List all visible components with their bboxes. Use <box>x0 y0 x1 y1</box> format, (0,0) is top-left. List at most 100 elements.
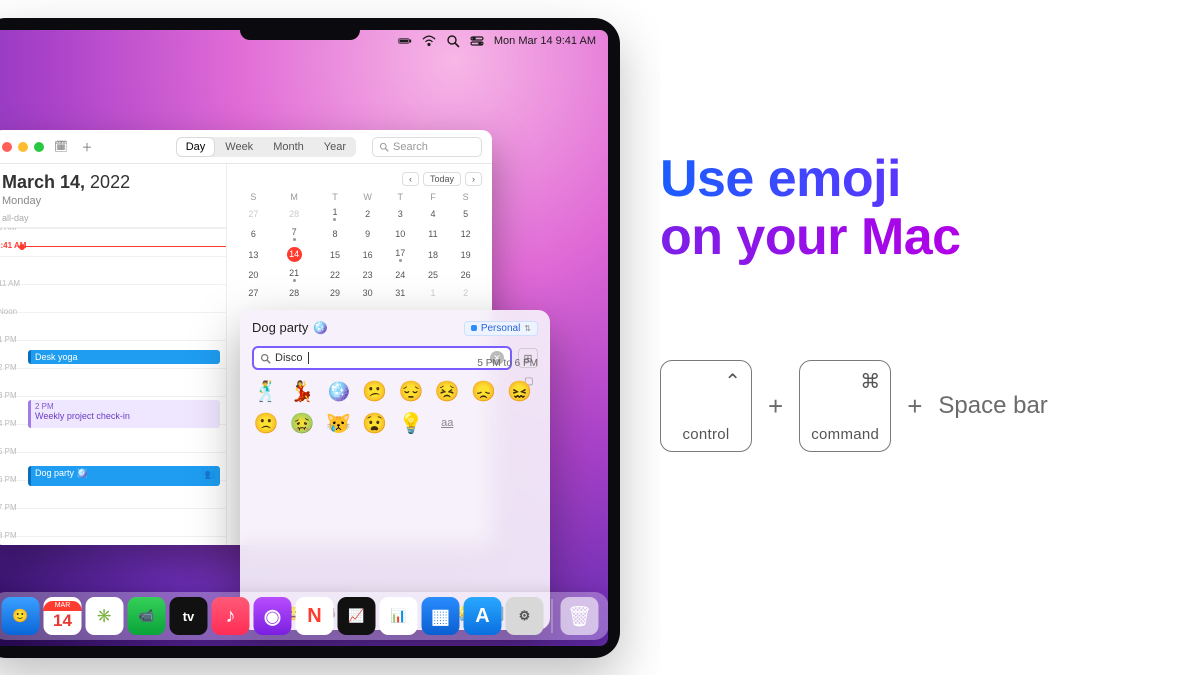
mini-day[interactable]: 29 <box>319 285 352 301</box>
emoji-result[interactable]: 😧 <box>361 409 389 437</box>
mini-day[interactable]: 28 <box>270 204 319 224</box>
dock-app-finder[interactable]: 🙂 <box>2 597 40 635</box>
dock-app-music[interactable]: ♪ <box>212 597 250 635</box>
mini-day[interactable]: 11 <box>417 224 450 244</box>
mini-day[interactable]: 1 <box>319 204 352 224</box>
plus-2: + <box>907 391 922 422</box>
mini-day[interactable]: 31 <box>384 285 417 301</box>
dock-app-keynote[interactable]: ▦ <box>422 597 460 635</box>
mini-prev-button[interactable]: ‹ <box>402 172 419 186</box>
emoji-result[interactable]: 😔 <box>397 377 425 405</box>
mini-day[interactable]: 3 <box>384 204 417 224</box>
dock-app-news[interactable]: N <box>296 597 334 635</box>
hour-label: Noon <box>0 307 17 316</box>
emoji-result[interactable]: 🙁 <box>252 409 280 437</box>
mini-day[interactable]: 27 <box>237 204 270 224</box>
mini-today-button[interactable]: Today <box>423 172 461 186</box>
calendar-toolbar: 🗓 ＋ DayWeekMonthYear Search <box>0 130 492 164</box>
mini-day[interactable]: 23 <box>351 265 384 285</box>
mini-day[interactable]: 5 <box>449 204 482 224</box>
mini-calendar-grid[interactable]: SMTWTFS272812345678910111213141516171819… <box>237 190 482 301</box>
dock-trash[interactable]: 🗑 <box>561 597 599 635</box>
command-key: ⌘ command <box>799 360 891 452</box>
desktop-screen: Mon Mar 14 9:41 AM 🗓 ＋ DayWeekMonthYear <box>0 30 608 646</box>
event-block[interactable]: Desk yoga <box>28 350 220 364</box>
mini-day[interactable]: 7 <box>270 224 319 244</box>
calendar-picker[interactable]: Personal ⇅ <box>464 321 538 336</box>
emoji-result[interactable]: 😣 <box>433 377 461 405</box>
zoom-button[interactable] <box>34 142 44 152</box>
dock-app-photos[interactable]: ✳️ <box>86 597 124 635</box>
event-block[interactable]: Dog party 🪩👥 <box>28 466 220 486</box>
view-year[interactable]: Year <box>314 137 356 157</box>
search-field[interactable]: Search <box>372 137 482 157</box>
emoji-result[interactable]: 😖 <box>506 377 534 405</box>
mini-day[interactable]: 26 <box>449 265 482 285</box>
hour-row: 8 PM <box>0 536 226 545</box>
emoji-result[interactable]: 🕺 <box>252 377 280 405</box>
event-block[interactable]: 2 PMWeekly project check-in <box>28 400 220 428</box>
mini-day[interactable]: 19 <box>449 244 482 265</box>
mini-day[interactable]: 15 <box>319 244 352 265</box>
mini-day[interactable]: 14 <box>270 244 319 265</box>
mini-day[interactable]: 27 <box>237 285 270 301</box>
timeline[interactable]: 9:41 AM 9 AM11 AMNoon1 PM2 PM3 PM4 PM5 P… <box>0 228 226 545</box>
mini-day[interactable]: 1 <box>417 285 450 301</box>
mini-day[interactable]: 21 <box>270 265 319 285</box>
dock-app-facetime[interactable]: 📹 <box>128 597 166 635</box>
mini-day[interactable]: 13 <box>237 244 270 265</box>
emoji-result[interactable]: 💃 <box>288 377 316 405</box>
search-icon <box>260 353 271 364</box>
battery-icon[interactable] <box>398 34 412 48</box>
emoji-result[interactable]: 😕 <box>361 377 389 405</box>
command-symbol: ⌘ <box>860 369 880 394</box>
mini-day[interactable]: 2 <box>351 204 384 224</box>
mini-day[interactable]: 17 <box>384 244 417 265</box>
dock-app-podcasts[interactable]: ◉ <box>254 597 292 635</box>
calendars-icon[interactable]: 🗓 <box>52 138 70 156</box>
mini-day[interactable]: 2 <box>449 285 482 301</box>
mini-day[interactable]: 28 <box>270 285 319 301</box>
view-month[interactable]: Month <box>263 137 314 157</box>
minimize-button[interactable] <box>18 142 28 152</box>
dock-app-numbers[interactable]: 📊 <box>380 597 418 635</box>
mini-day[interactable]: 10 <box>384 224 417 244</box>
hour-label: 5 PM <box>0 447 17 456</box>
mini-day[interactable]: 20 <box>237 265 270 285</box>
dock-app-settings[interactable]: ⚙︎ <box>506 597 544 635</box>
emoji-result[interactable]: 😞 <box>470 377 498 405</box>
mini-day[interactable]: 30 <box>351 285 384 301</box>
add-event-icon[interactable]: ＋ <box>78 138 96 156</box>
mini-day[interactable]: 12 <box>449 224 482 244</box>
mini-day[interactable]: 9 <box>351 224 384 244</box>
emoji-result[interactable]: 🤢 <box>288 409 316 437</box>
mini-day[interactable]: 25 <box>417 265 450 285</box>
mini-day[interactable]: 24 <box>384 265 417 285</box>
emoji-result[interactable]: 😿 <box>325 409 353 437</box>
mini-day[interactable]: 22 <box>319 265 352 285</box>
emoji-search-field[interactable]: Disco ✕ <box>252 346 512 370</box>
dock-app-appstore[interactable]: A <box>464 597 502 635</box>
mini-day[interactable]: 16 <box>351 244 384 265</box>
close-button[interactable] <box>2 142 12 152</box>
text-result[interactable]: aa <box>433 409 461 437</box>
control-center-icon[interactable] <box>470 34 484 48</box>
dock-app-tv[interactable]: tv <box>170 597 208 635</box>
wifi-icon[interactable] <box>422 34 436 48</box>
view-day[interactable]: Day <box>176 137 216 157</box>
window-controls <box>2 142 44 152</box>
event-title[interactable]: Dog party 🪩 <box>252 320 328 336</box>
control-key: ⌃ control <box>660 360 752 452</box>
menubar-datetime[interactable]: Mon Mar 14 9:41 AM <box>494 35 596 47</box>
mini-next-button[interactable]: › <box>465 172 482 186</box>
mini-day[interactable]: 4 <box>417 204 450 224</box>
mini-day[interactable]: 8 <box>319 224 352 244</box>
mini-day[interactable]: 6 <box>237 224 270 244</box>
view-week[interactable]: Week <box>215 137 263 157</box>
mini-day[interactable]: 18 <box>417 244 450 265</box>
emoji-result[interactable]: 💡 <box>397 409 425 437</box>
dock-app-stocks[interactable]: 📈 <box>338 597 376 635</box>
emoji-result[interactable]: 🪩 <box>325 377 353 405</box>
spotlight-icon[interactable] <box>446 34 460 48</box>
dock-app-calendar[interactable]: MAR14 <box>44 597 82 635</box>
